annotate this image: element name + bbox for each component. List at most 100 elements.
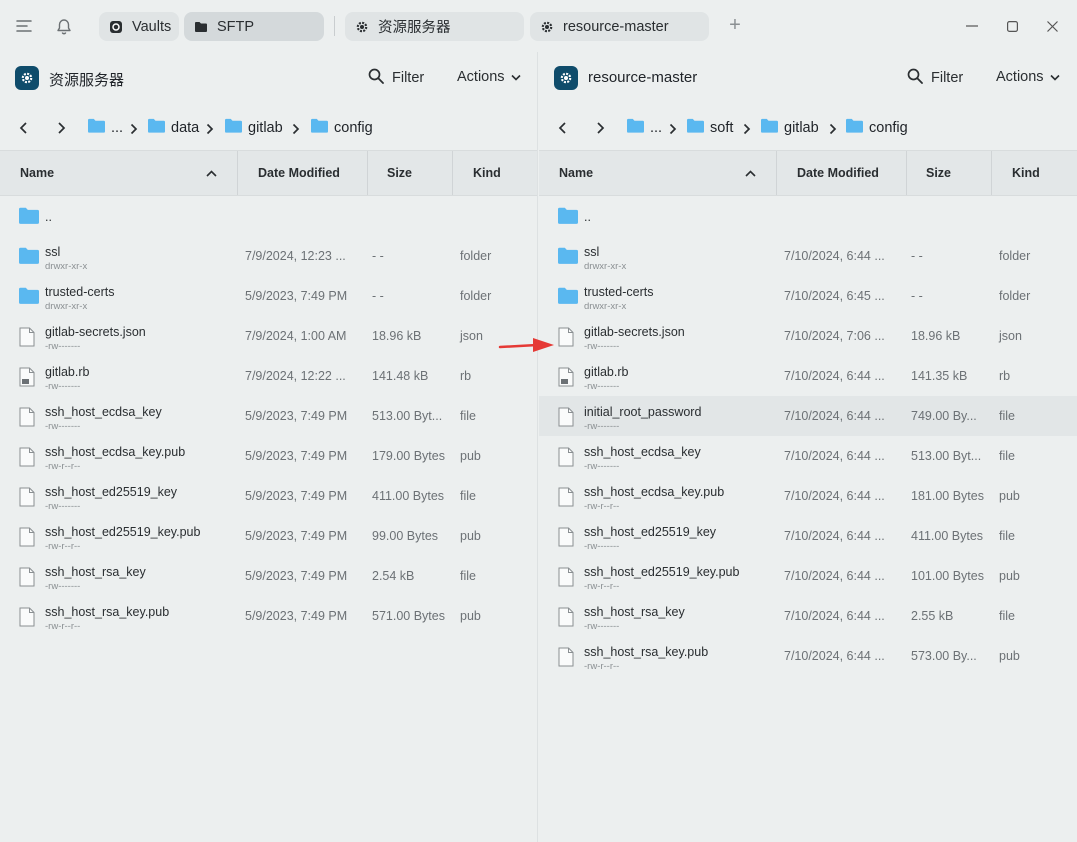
file-row[interactable]: ssh_host_ed25519_key -rw------- 5/9/2023, … <box>0 476 537 516</box>
menu-icon[interactable] <box>15 17 33 35</box>
sort-ascending-icon[interactable] <box>206 151 217 195</box>
column-divider[interactable] <box>452 151 453 195</box>
file-row[interactable]: gitlab.rb -rw------- 7/9/2024, 12:22 ... 14… <box>0 356 537 396</box>
breadcrumb-item[interactable]: soft <box>687 118 733 137</box>
file-date: 5/9/2023, 7:49 PM <box>245 529 348 543</box>
file-row[interactable]: ssh_host_ecdsa_key -rw------- 5/9/2023, 7:… <box>0 396 537 436</box>
breadcrumb-item[interactable]: config <box>311 118 373 137</box>
forward-arrow-icon[interactable] <box>593 121 607 135</box>
actions-button[interactable]: Actions <box>996 69 1060 85</box>
forward-arrow-icon[interactable] <box>54 121 68 135</box>
file-row[interactable]: trusted-certs drwxr-xr-x 7/10/2024, 6:45 .… <box>539 276 1077 316</box>
column-divider[interactable] <box>906 151 907 195</box>
file-name: gitlab.rb <box>584 365 629 379</box>
folder-icon <box>687 118 704 137</box>
folder-icon <box>311 118 328 137</box>
column-name[interactable]: Name <box>20 151 54 195</box>
column-kind[interactable]: Kind <box>1012 151 1040 195</box>
breadcrumb-item[interactable]: config <box>846 118 908 137</box>
filter-button[interactable]: Filter <box>368 68 424 88</box>
file-permissions: -rw-r--r-- <box>584 661 620 672</box>
file-icon <box>19 527 39 547</box>
file-size: 141.35 kB <box>911 369 968 383</box>
breadcrumb-item[interactable]: ... <box>88 118 123 137</box>
file-name: ssh_host_ed25519_key.pub <box>45 525 201 539</box>
file-permissions: -rw------- <box>584 621 620 632</box>
host-gear-icon <box>15 66 39 90</box>
actions-button[interactable]: Actions <box>457 69 521 85</box>
file-row[interactable]: ssh_host_ecdsa_key.pub -rw-r--r-- 5/9/2023… <box>0 436 537 476</box>
file-icon <box>558 647 578 667</box>
tab-host-2[interactable]: resource-master <box>530 12 709 41</box>
tab-vaults[interactable]: Vaults <box>99 12 179 41</box>
column-divider[interactable] <box>367 151 368 195</box>
file-row[interactable]: ssh_host_ecdsa_key.pub -rw-r--r-- 7/10/202… <box>539 476 1077 516</box>
file-row[interactable]: ssl drwxr-xr-x 7/10/2024, 6:44 ... - - folde… <box>539 236 1077 276</box>
file-row[interactable]: initial_root_password -rw------- 7/10/2024… <box>539 396 1077 436</box>
file-icon <box>19 367 39 387</box>
back-arrow-icon[interactable] <box>17 121 31 135</box>
parent-directory-row[interactable]: .. <box>0 196 537 236</box>
file-row[interactable]: trusted-certs drwxr-xr-x 5/9/2023, 7:49 PM… <box>0 276 537 316</box>
folder-icon <box>558 207 578 225</box>
file-size: - - <box>372 249 384 263</box>
column-kind[interactable]: Kind <box>473 151 501 195</box>
file-row[interactable]: ssh_host_rsa_key.pub -rw-r--r-- 7/10/2024,… <box>539 636 1077 676</box>
tab-sftp[interactable]: SFTP <box>184 12 324 41</box>
folder-icon <box>558 287 578 305</box>
column-divider[interactable] <box>776 151 777 195</box>
bell-icon[interactable] <box>55 17 73 35</box>
file-row[interactable]: ssl drwxr-xr-x 7/9/2024, 12:23 ... - - folde… <box>0 236 537 276</box>
folder-icon <box>148 118 165 137</box>
file-size: - - <box>911 249 923 263</box>
file-permissions: -rw------- <box>584 461 620 472</box>
file-row[interactable]: ssh_host_ecdsa_key -rw------- 7/10/2024, 6… <box>539 436 1077 476</box>
minimize-icon[interactable] <box>964 18 980 34</box>
file-kind: pub <box>999 569 1020 583</box>
close-icon[interactable] <box>1044 18 1060 34</box>
file-icon <box>19 567 39 587</box>
file-name: ssl <box>45 245 61 259</box>
breadcrumb-item[interactable]: data <box>148 118 199 137</box>
file-icon <box>19 607 39 627</box>
file-date: 7/10/2024, 6:44 ... <box>784 409 885 423</box>
file-date: 5/9/2023, 7:49 PM <box>245 489 348 503</box>
column-date[interactable]: Date Modified <box>797 151 879 195</box>
file-kind: pub <box>460 609 481 623</box>
new-tab-button[interactable]: + <box>726 14 744 36</box>
file-row[interactable]: ssh_host_rsa_key -rw------- 5/9/2023, 7:49… <box>0 556 537 596</box>
file-row[interactable]: ssh_host_ed25519_key.pub -rw-r--r-- 5/9/20… <box>0 516 537 556</box>
file-row[interactable]: ssh_host_ed25519_key.pub -rw-r--r-- 7/10/2… <box>539 556 1077 596</box>
column-name[interactable]: Name <box>559 151 593 195</box>
maximize-icon[interactable] <box>1004 18 1020 34</box>
tab-host-1[interactable]: 资源服务器 <box>345 12 524 41</box>
file-name: ssh_host_ed25519_key.pub <box>584 565 740 579</box>
file-row[interactable]: ssh_host_ed25519_key -rw------- 7/10/2024,… <box>539 516 1077 556</box>
breadcrumb-item[interactable]: gitlab <box>761 118 819 137</box>
filter-button[interactable]: Filter <box>907 68 963 88</box>
column-size[interactable]: Size <box>926 151 951 195</box>
column-divider[interactable] <box>237 151 238 195</box>
column-divider[interactable] <box>991 151 992 195</box>
file-icon <box>558 367 578 387</box>
breadcrumb-item[interactable]: gitlab <box>225 118 283 137</box>
file-permissions: -rw------- <box>584 541 620 552</box>
file-kind: folder <box>999 289 1031 303</box>
file-row[interactable]: ssh_host_rsa_key.pub -rw-r--r-- 5/9/2023, … <box>0 596 537 636</box>
file-date: 7/10/2024, 6:45 ... <box>784 289 885 303</box>
file-row[interactable]: gitlab-secrets.json -rw------- 7/9/2024, 1… <box>0 316 537 356</box>
column-label: Name <box>559 166 594 180</box>
breadcrumb-item[interactable]: ... <box>627 118 662 137</box>
breadcrumb-label: data <box>171 119 200 136</box>
file-row[interactable]: ssh_host_rsa_key -rw------- 7/10/2024, 6:4… <box>539 596 1077 636</box>
column-size[interactable]: Size <box>387 151 412 195</box>
file-size: 99.00 Bytes <box>372 529 439 543</box>
parent-directory-row[interactable]: .. <box>539 196 1077 236</box>
file-row[interactable]: gitlab-secrets.json -rw------- 7/10/2024, … <box>539 316 1077 356</box>
column-date[interactable]: Date Modified <box>258 151 340 195</box>
file-row[interactable]: gitlab.rb -rw------- 7/10/2024, 6:44 ... 14… <box>539 356 1077 396</box>
back-arrow-icon[interactable] <box>556 121 570 135</box>
file-date: 7/9/2024, 12:22 ... <box>245 369 346 383</box>
sort-ascending-icon[interactable] <box>745 151 756 195</box>
file-icon <box>19 327 39 347</box>
